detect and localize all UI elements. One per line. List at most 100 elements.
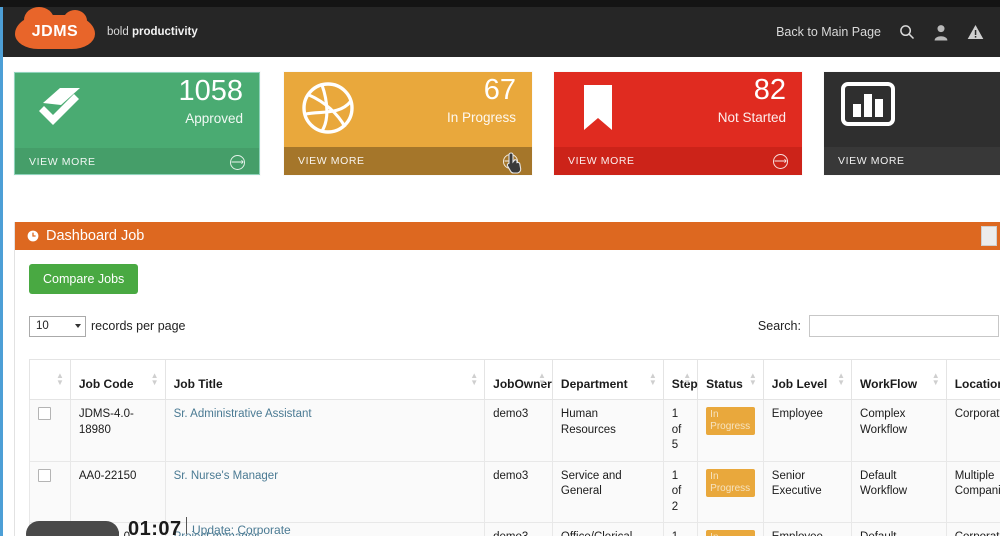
- stat-card-body: 82 Not Started: [554, 72, 802, 147]
- mouse-cursor-pointer: [506, 152, 526, 174]
- arrow-right-icon[interactable]: ⟶: [773, 153, 788, 169]
- sort-icon[interactable]: ▲ ▼: [538, 372, 546, 387]
- table-row[interactable]: AA0-22150 Sr. Nurse's Manager demo3 Serv…: [29, 460, 1000, 524]
- table-row[interactable]: JDMS-4.0-18980 Sr. Administrative Assist…: [29, 399, 1000, 462]
- screen-root: JDMS bold productivity Back to Main Page: [0, 0, 1000, 536]
- check-badge-icon: [31, 81, 87, 142]
- view-more-label: VIEW MORE: [838, 155, 905, 167]
- panel-body: Compare Jobs 10 records per page Search:: [15, 250, 1000, 536]
- brand-name: JDMS: [31, 23, 79, 40]
- stat-card-footer[interactable]: VIEW MORE ⟶: [284, 147, 532, 175]
- brand-tagline-bold: productivity: [131, 26, 198, 38]
- stat-count: 67: [483, 74, 516, 106]
- stat-card-reports[interactable]: VIEW MORE: [824, 72, 1000, 175]
- job-title-link[interactable]: Sr. Administrative Assistant: [174, 408, 312, 420]
- chevron-down-icon: [75, 323, 81, 328]
- cell-department: Office/Clerical: [551, 522, 664, 536]
- column-header-workflow[interactable]: ▲ ▼ WorkFlow: [851, 359, 947, 400]
- user-icon[interactable]: [933, 24, 949, 41]
- search-input[interactable]: [809, 315, 999, 337]
- column-header-status[interactable]: ▲ ▼ Status: [697, 359, 764, 400]
- search-label: Search:: [757, 319, 801, 333]
- video-timestamp: 01:07: [128, 518, 182, 536]
- sort-icon[interactable]: ▲ ▼: [649, 372, 657, 387]
- records-per-page-select[interactable]: 10: [29, 315, 86, 337]
- bookmark-icon: [570, 80, 626, 141]
- cell-location: Multiple Companies: [945, 460, 1000, 524]
- overlay-link[interactable]: Update: Corporate: [192, 523, 291, 536]
- cell-status: In Progress: [697, 460, 764, 524]
- back-to-main-page-link[interactable]: Back to Main Page: [776, 25, 881, 39]
- column-header-step[interactable]: ▲ ▼ Step: [662, 359, 699, 400]
- sort-icon[interactable]: ▲ ▼: [56, 372, 64, 387]
- cell-location: Corporate: [945, 522, 1000, 536]
- dashboard-job-panel: Dashboard Job Compare Jobs 10 records pe…: [14, 222, 1000, 536]
- stat-cards: 1058 Approved VIEW MORE ⟶ 67 In Progress…: [0, 72, 1000, 175]
- sort-icon[interactable]: ▲ ▼: [470, 372, 478, 387]
- alert-icon[interactable]: [967, 24, 984, 40]
- stat-card-not-started[interactable]: 82 Not Started VIEW MORE ⟶: [554, 72, 802, 175]
- brand-logo[interactable]: JDMS bold productivity: [15, 7, 198, 49]
- stat-label: Not Started: [717, 110, 786, 125]
- stat-card-approved[interactable]: 1058 Approved VIEW MORE ⟶: [14, 72, 260, 175]
- stat-card-in-progress[interactable]: 67 In Progress VIEW MORE ⟶: [284, 72, 532, 175]
- sort-icon[interactable]: ▲ ▼: [683, 372, 691, 387]
- column-header-checkbox[interactable]: ▲ ▼: [29, 359, 71, 400]
- cell-job-owner: demo3: [484, 522, 553, 536]
- row-checkbox[interactable]: [38, 468, 51, 482]
- status-badge: In Progress: [706, 530, 755, 536]
- compare-jobs-button[interactable]: Compare Jobs: [29, 264, 139, 294]
- column-header-job-title[interactable]: ▲ ▼ Job Title: [164, 359, 486, 400]
- stat-card-footer[interactable]: VIEW MORE ⟶: [554, 147, 802, 175]
- cloud-logo-shape: JDMS: [15, 7, 95, 49]
- column-label: Status: [706, 377, 743, 391]
- column-header-job-code[interactable]: ▲ ▼ Job Code: [69, 359, 166, 400]
- column-header-job-level[interactable]: ▲ ▼ Job Level: [762, 359, 853, 400]
- panel-collapse-button[interactable]: [981, 226, 997, 246]
- basketball-icon: [300, 80, 356, 141]
- row-select-cell[interactable]: [29, 460, 71, 524]
- job-title-link[interactable]: Sr. Nurse's Manager: [174, 470, 278, 482]
- stat-card-footer[interactable]: VIEW MORE ⟶: [15, 148, 259, 174]
- column-label: Department: [560, 377, 628, 391]
- sort-icon[interactable]: ▲ ▼: [749, 372, 757, 387]
- column-header-job-owner[interactable]: ▲ ▼ JobOwner: [484, 359, 553, 400]
- sort-icon[interactable]: ▲ ▼: [151, 372, 159, 387]
- row-select-cell[interactable]: [29, 399, 71, 462]
- video-control-bar[interactable]: [26, 521, 119, 536]
- sort-icon[interactable]: ▲ ▼: [837, 372, 845, 387]
- arrow-right-icon[interactable]: ⟶: [230, 154, 245, 170]
- table-controls-row: 10 records per page Search:: [29, 315, 999, 337]
- cell-workflow: Default Workflow: [851, 522, 947, 536]
- top-black-strip: [0, 0, 1000, 7]
- view-more-label: VIEW MORE: [568, 155, 635, 167]
- cell-workflow: Complex Workflow: [851, 399, 947, 462]
- cell-department: Human Resources: [551, 399, 664, 462]
- stat-label: In Progress: [446, 110, 516, 125]
- brand-tagline: bold productivity: [107, 26, 198, 38]
- panel-header: Dashboard Job: [15, 222, 1000, 250]
- column-header-location[interactable]: ▲▼ Location: [945, 359, 1000, 400]
- sort-icon[interactable]: ▲ ▼: [932, 372, 940, 387]
- cell-job-level: Employee: [762, 522, 853, 536]
- cell-job-level: Employee: [762, 399, 853, 462]
- search-control: Search:: [758, 315, 999, 337]
- cell-step: 1 of 5: [662, 399, 699, 462]
- stat-card-body: 1058 Approved: [15, 73, 259, 148]
- text-caret: [186, 517, 187, 534]
- status-badge: In Progress: [706, 407, 755, 435]
- jobs-table: ▲ ▼ ▲ ▼ Job Code ▲ ▼ Job Title ▲ ▼ JobOw…: [29, 359, 1000, 536]
- stat-count: 82: [753, 74, 786, 106]
- row-checkbox[interactable]: [38, 407, 51, 420]
- cell-workflow: Default Workflow: [851, 460, 947, 524]
- stat-card-footer[interactable]: VIEW MORE: [824, 147, 1000, 175]
- cell-job-code: JDMS-4.0-18980: [69, 399, 166, 462]
- column-header-department[interactable]: ▲ ▼ Department: [551, 359, 664, 400]
- column-label: Job Level: [771, 377, 828, 391]
- column-label: WorkFlow: [860, 377, 918, 391]
- stat-card-body: [824, 72, 1000, 147]
- bar-chart-icon: [840, 80, 896, 133]
- jobs-table-head: ▲ ▼ ▲ ▼ Job Code ▲ ▼ Job Title ▲ ▼ JobOw…: [29, 359, 1000, 400]
- search-icon[interactable]: [899, 24, 915, 40]
- stat-card-body: 67 In Progress: [284, 72, 532, 147]
